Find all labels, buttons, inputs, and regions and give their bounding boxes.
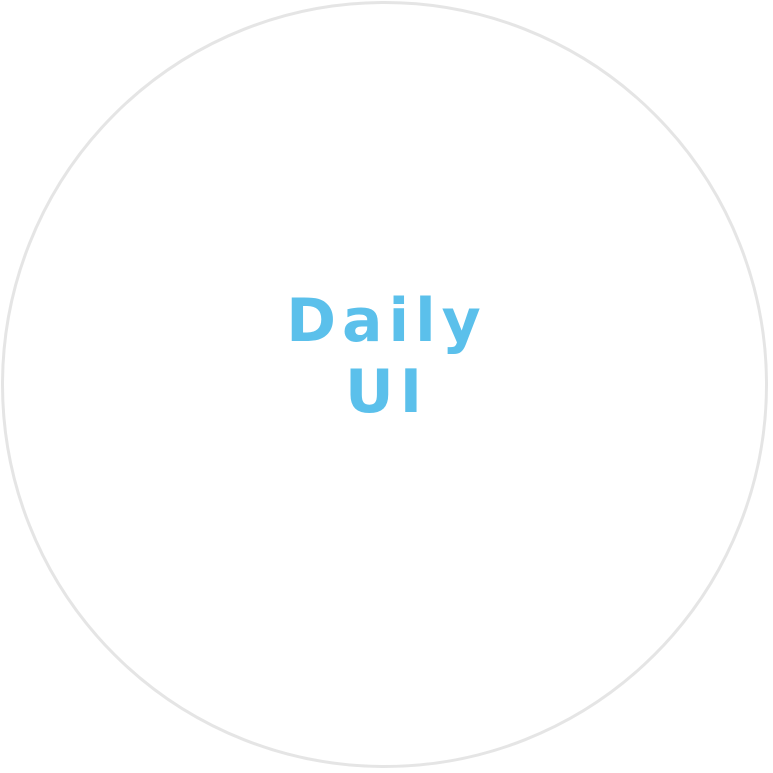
logo-word-ui: UI [344,357,429,427]
logo-word-daily: Daily [286,286,487,356]
badge-canvas: Daily UI [0,0,773,773]
